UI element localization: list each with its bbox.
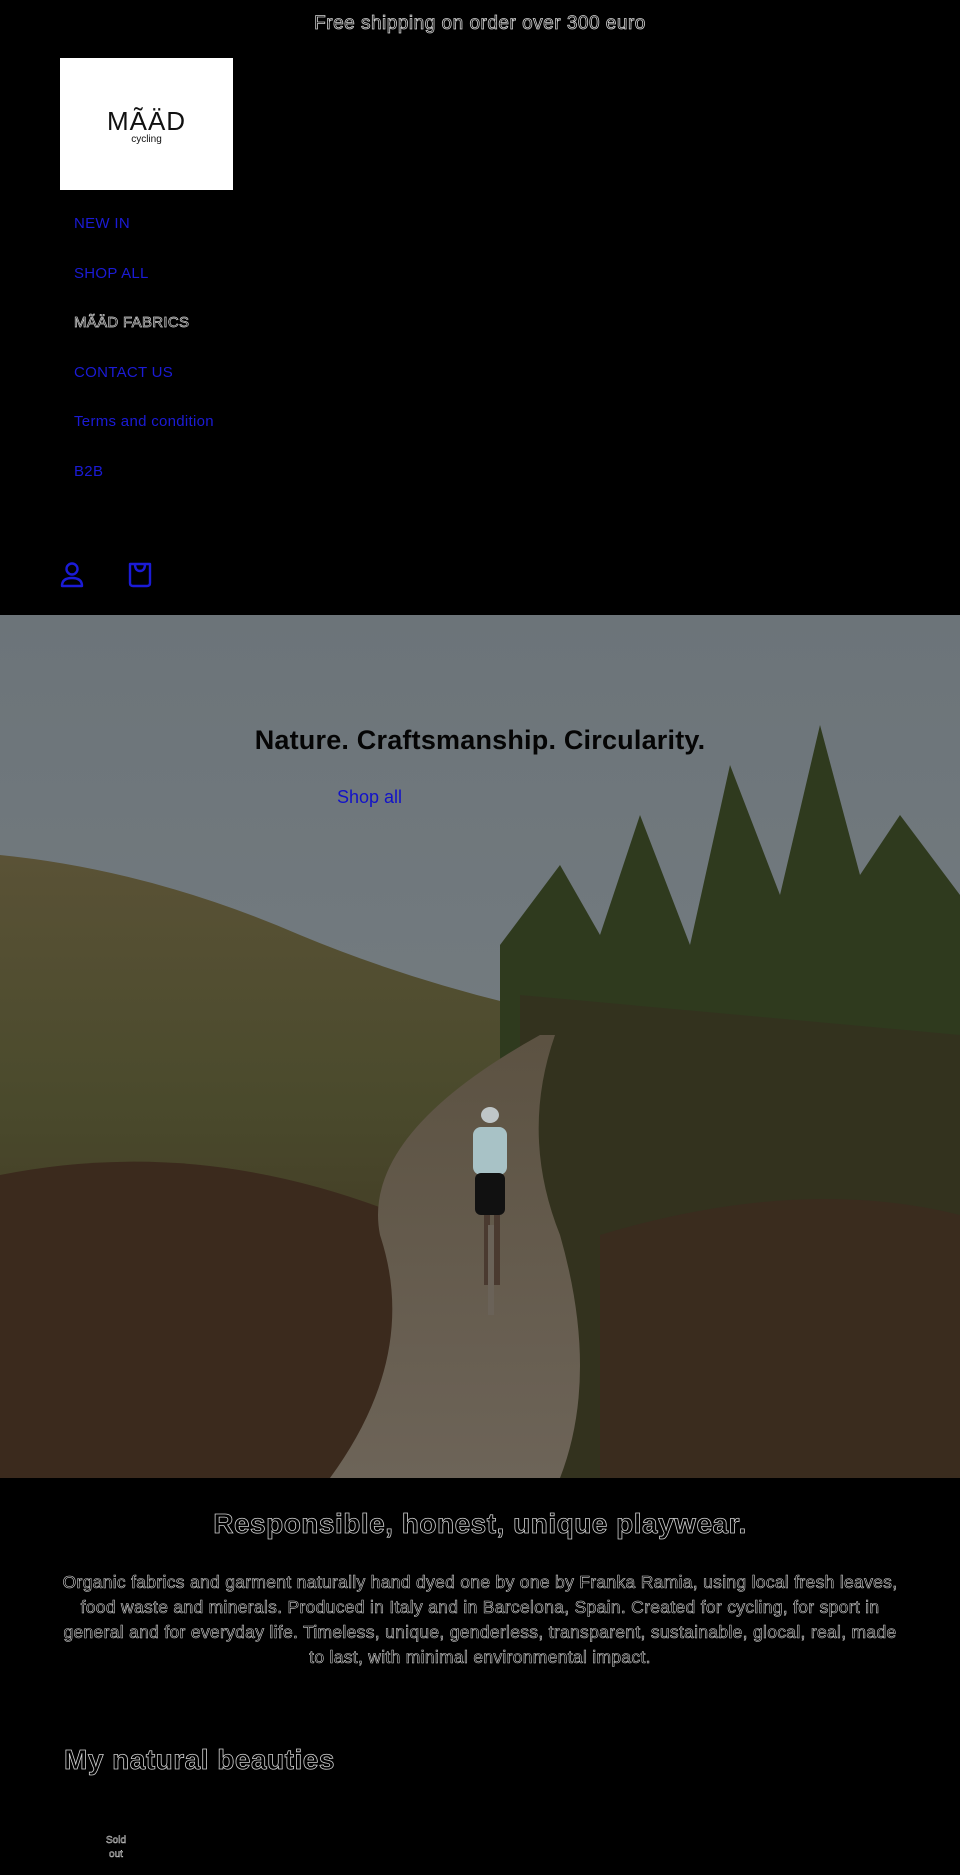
header-icons [58, 558, 154, 592]
nav-item-terms[interactable]: Terms and condition [74, 408, 214, 458]
site-logo[interactable]: MÃÄD cycling [60, 58, 233, 190]
sold-out-badge: Sold out [105, 1835, 127, 1861]
main-navigation: NEW IN SHOP ALL MÃÄD FABRICS CONTACT US … [74, 210, 214, 507]
collection-heading: My natural beauties [64, 1744, 335, 1776]
announcement-bar: Free shipping on order over 300 euro [314, 13, 646, 35]
hero-title: Nature. Craftsmanship. Circularity. [254, 725, 706, 755]
about-heading: Responsible, honest, unique playwear. [213, 1508, 747, 1540]
hero-banner: Nature. Craftsmanship. Circularity. Shop… [0, 615, 960, 1478]
nav-item-b2b[interactable]: B2B [74, 458, 214, 508]
logo-wordmark: MÃÄD [106, 105, 187, 136]
nav-item-maad-fabrics[interactable]: MÃÄD FABRICS [74, 309, 214, 359]
nav-item-new-in[interactable]: NEW IN [74, 210, 214, 260]
nav-item-shop-all[interactable]: SHOP ALL [74, 260, 214, 310]
account-icon [60, 562, 84, 588]
nav-item-contact-us[interactable]: CONTACT US [74, 359, 214, 409]
cart-icon [128, 562, 152, 588]
shop-all-link[interactable]: Shop all [337, 787, 402, 808]
account-button[interactable] [58, 558, 86, 592]
cart-button[interactable] [126, 558, 154, 592]
logo-subtitle: cycling [131, 133, 162, 145]
about-description: Organic fabrics and garment naturally ha… [62, 1572, 898, 1668]
